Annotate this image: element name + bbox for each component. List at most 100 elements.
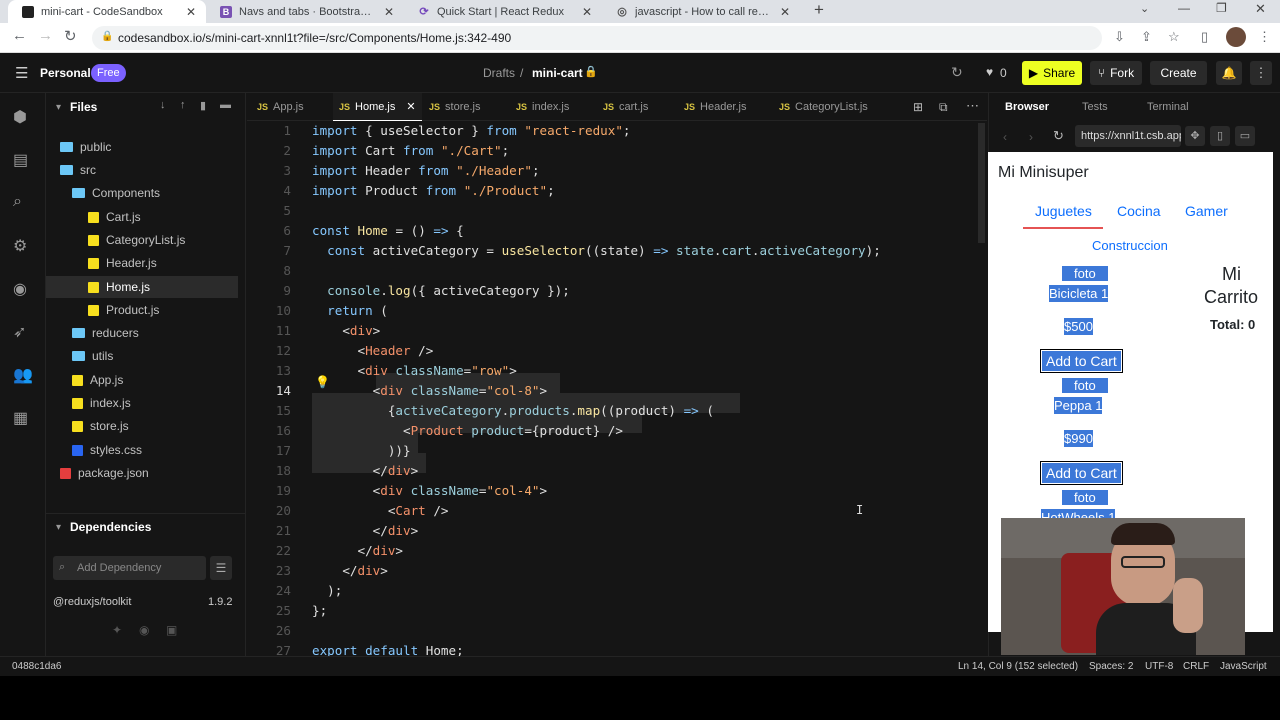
menu-icon[interactable]: ☰ [15, 64, 28, 82]
install-icon[interactable]: ⇩ [1114, 29, 1125, 45]
preview-url-input[interactable]: https://xnnl1t.csb.app [1075, 125, 1181, 147]
open-new-window-icon[interactable]: ▯ [1210, 126, 1230, 146]
close-tab-icon[interactable]: ✕ [186, 5, 196, 19]
sort-down-icon[interactable]: ↓ [160, 99, 166, 111]
preview-toggle-icon[interactable]: ⧉ [939, 100, 948, 115]
share-button[interactable]: ▶ Share [1022, 61, 1082, 85]
sandbox-name[interactable]: mini-cart [532, 66, 583, 80]
create-button[interactable]: Create [1150, 61, 1207, 85]
tab-app-js[interactable]: JS App.js [257, 93, 304, 121]
tree-item-public[interactable]: public [60, 136, 111, 158]
preview-back-icon[interactable]: ‹ [1003, 130, 1007, 144]
discord-icon[interactable]: ▣ [166, 623, 177, 637]
breadcrumb-folder[interactable]: Drafts [483, 66, 515, 80]
responsive-view-icon[interactable]: ▭ [1235, 126, 1255, 146]
tab-store-js[interactable]: JS store.js [429, 93, 480, 121]
tree-item-home[interactable]: Home.js [88, 276, 150, 298]
close-tab-icon[interactable]: ✕ [384, 5, 394, 19]
browser-tab-stackoverflow[interactable]: ◎ javascript - How to call reduce on ✕ [602, 0, 800, 23]
share-page-icon[interactable]: ⇪ [1141, 29, 1152, 45]
fork-button[interactable]: ⑂ Fork [1090, 61, 1142, 85]
commit-hash[interactable]: 0488c1da6 [12, 661, 62, 672]
devtools-icon[interactable]: ✥ [1185, 126, 1205, 146]
browser-menu-icon[interactable]: ⋮ [1258, 29, 1271, 45]
address-bar[interactable]: 🔒 codesandbox.io/s/mini-cart-xnnl1t?file… [92, 26, 1102, 50]
github-icon[interactable]: ◉ [13, 279, 27, 299]
close-tab-icon[interactable]: ✕ [406, 100, 415, 113]
browser-tab-codesandbox[interactable]: mini-cart - CodeSandbox ✕ [8, 0, 206, 23]
sort-up-icon[interactable]: ↑ [180, 99, 186, 111]
twitter-icon[interactable]: ✦ [112, 623, 122, 637]
split-editor-icon[interactable]: ⊞ [913, 100, 923, 114]
github-icon[interactable]: ◉ [139, 623, 149, 637]
nav-juguetes[interactable]: Juguetes [1035, 203, 1092, 219]
files-icon[interactable]: ▤ [13, 150, 28, 170]
minimize-window-icon[interactable]: — [1178, 1, 1190, 15]
tab-search-icon[interactable]: ⌄ [1140, 2, 1149, 15]
tree-item-src[interactable]: src [60, 159, 96, 181]
docker-icon[interactable]: ▦ [13, 408, 28, 428]
workspace-name[interactable]: Personal [40, 66, 91, 80]
indentation[interactable]: Spaces: 2 [1089, 661, 1133, 672]
tree-item-utils[interactable]: utils [72, 345, 113, 367]
cursor-position[interactable]: Ln 14, Col 9 (152 selected) [958, 661, 1078, 672]
bookmark-star-icon[interactable]: ☆ [1168, 29, 1180, 45]
tree-item-app[interactable]: App.js [72, 369, 123, 391]
language-mode[interactable]: JavaScript [1220, 661, 1267, 672]
restart-icon[interactable]: ↻ [951, 64, 963, 81]
tab-header-js[interactable]: JS Header.js [684, 93, 747, 121]
tree-item-store[interactable]: store.js [72, 415, 129, 437]
back-icon[interactable]: ← [12, 27, 27, 44]
reload-icon[interactable]: ↻ [64, 27, 77, 45]
nav-construccion[interactable]: Construccion [1092, 238, 1168, 253]
tree-item-cart[interactable]: Cart.js [88, 206, 141, 228]
close-window-icon[interactable]: ✕ [1255, 1, 1266, 17]
add-dependency-input[interactable]: ⌕ Add Dependency [53, 556, 206, 580]
dependency-version[interactable]: 1.9.2 [208, 596, 232, 608]
settings-gear-icon[interactable]: ⚙ [13, 236, 27, 256]
add-to-cart-button[interactable]: Add to Cart [1040, 349, 1123, 373]
new-file-icon[interactable]: ▮ [200, 99, 206, 112]
tab-terminal[interactable]: Terminal [1147, 101, 1189, 113]
line-ending[interactable]: CRLF [1183, 661, 1209, 672]
sandbox-info-icon[interactable]: ⬢ [13, 107, 27, 127]
tree-item-reducers[interactable]: reducers [72, 322, 139, 344]
dependency-name[interactable]: @reduxjs/toolkit [53, 596, 131, 608]
editor-more-icon[interactable]: ⋯ [966, 98, 979, 114]
live-users-icon[interactable]: 👥 [13, 365, 33, 385]
close-tab-icon[interactable]: ✕ [582, 5, 592, 19]
tree-item-product[interactable]: Product.js [88, 299, 159, 321]
tree-item-components[interactable]: Components [72, 182, 160, 204]
tab-index-js[interactable]: JS index.js [516, 93, 569, 121]
editor-scrollbar[interactable] [978, 123, 985, 243]
side-panel-icon[interactable]: ▯ [1201, 29, 1208, 45]
tab-cart-js[interactable]: JS cart.js [603, 93, 648, 121]
search-icon[interactable]: ⌕ [13, 193, 22, 211]
tree-item-categorylist[interactable]: CategoryList.js [88, 229, 185, 251]
browser-tab-react-redux[interactable]: ⟳ Quick Start | React Redux ✕ [404, 0, 602, 23]
preview-forward-icon[interactable]: › [1029, 130, 1033, 144]
add-to-cart-button[interactable]: Add to Cart [1040, 461, 1123, 485]
code-area[interactable]: 💡 1 2 3 4 5 6 7 8 9 10 11 12 13 14 15 16 17 18 19 20 21 22 23 2… [247, 123, 987, 658]
tab-tests[interactable]: Tests [1082, 101, 1108, 113]
nav-gamer[interactable]: Gamer [1185, 203, 1228, 219]
deploy-rocket-icon[interactable]: ➶ [13, 322, 26, 342]
dependency-list-icon[interactable]: ☰ [210, 556, 232, 580]
new-tab-button[interactable]: + [814, 0, 824, 20]
preview-refresh-icon[interactable]: ↻ [1053, 128, 1064, 144]
more-menu-icon[interactable]: ⋮ [1250, 61, 1272, 85]
collapse-caret-icon[interactable]: ▾ [56, 102, 61, 113]
tree-item-package[interactable]: package.json [60, 462, 149, 484]
new-folder-icon[interactable]: ▬ [220, 99, 231, 111]
nav-cocina[interactable]: Cocina [1117, 203, 1161, 219]
browser-tab-bootstrap[interactable]: B Navs and tabs · Bootstrap v5.3 ✕ [206, 0, 404, 23]
notifications-bell-icon[interactable]: 🔔 [1216, 61, 1242, 85]
encoding[interactable]: UTF-8 [1145, 661, 1173, 672]
maximize-window-icon[interactable]: ❐ [1216, 1, 1227, 15]
forward-icon[interactable]: → [38, 27, 53, 44]
tab-categorylist-js[interactable]: JS CategoryList.js [779, 93, 868, 121]
tab-browser[interactable]: Browser [1005, 101, 1049, 113]
tab-home-js[interactable]: JS Home.js ✕ [333, 93, 422, 121]
tree-item-styles[interactable]: styles.css [72, 439, 142, 461]
tree-item-header[interactable]: Header.js [88, 252, 157, 274]
